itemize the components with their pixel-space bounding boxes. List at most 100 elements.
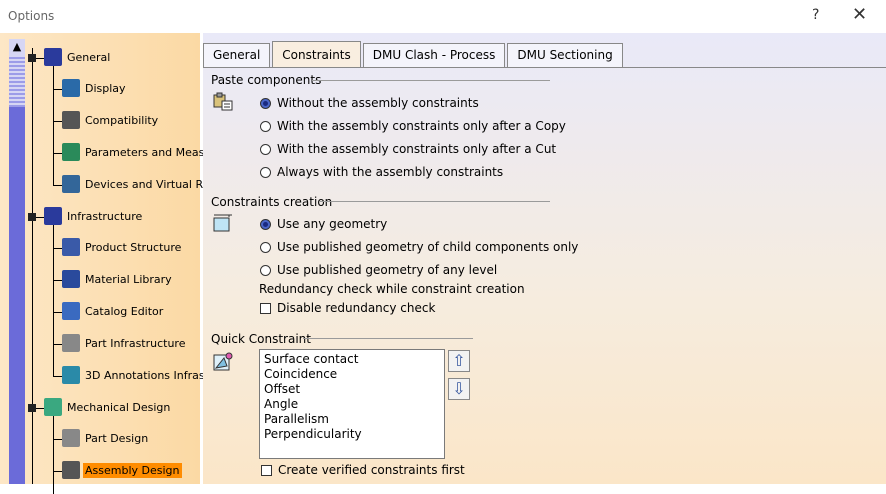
- arrow-down-icon: ⇩: [452, 379, 466, 398]
- tree-connector-line: [53, 153, 62, 154]
- radio-button[interactable]: [260, 143, 271, 155]
- tab-general[interactable]: General: [203, 43, 271, 67]
- tree-expander-icon[interactable]: [28, 54, 36, 62]
- annotations-icon: [62, 366, 80, 384]
- radio-button[interactable]: [260, 166, 271, 178]
- paste-components-title: Paste components: [211, 73, 322, 87]
- creation-option-any-geometry[interactable]: Use any geometry: [260, 217, 387, 231]
- tree-item-label: Display: [85, 81, 126, 95]
- tree-scrollbar[interactable]: ▲: [9, 39, 25, 484]
- tree-item-assembly-design[interactable]: Assembly Design: [62, 461, 182, 479]
- paste-option-without[interactable]: Without the assembly constraints: [260, 96, 479, 110]
- radio-button[interactable]: [260, 97, 271, 109]
- tab-dmu-clash-process[interactable]: DMU Clash - Process: [362, 43, 506, 67]
- tab-bar: General Constraints DMU Clash - Process …: [203, 41, 625, 67]
- option-label: Use published geometry of child componen…: [277, 240, 579, 254]
- tree-item-3d-annotations-infras[interactable]: 3D Annotations Infras: [62, 366, 207, 384]
- compatibility-icon: [62, 111, 80, 129]
- list-item[interactable]: Perpendicularity: [264, 427, 440, 442]
- tree-expander-icon[interactable]: [28, 213, 36, 221]
- constraints-creation-title: Constraints creation: [211, 195, 333, 209]
- tree-connector-line: [53, 408, 54, 494]
- constraint-creation-icon: [213, 214, 232, 232]
- paste-option-after-cut[interactable]: With the assembly constraints only after…: [260, 142, 556, 156]
- option-label: Without the assembly constraints: [277, 96, 479, 110]
- window-title: Options: [8, 9, 55, 23]
- tree-connector-line: [53, 344, 62, 345]
- option-label: Use any geometry: [277, 217, 388, 231]
- mechanical-design-icon: [44, 398, 62, 416]
- list-item[interactable]: Surface contact: [264, 352, 440, 367]
- tree-item-product-structure[interactable]: Product Structure: [62, 238, 183, 256]
- tree-item-label: Assembly Design: [83, 462, 182, 478]
- scroll-up-arrow-icon[interactable]: ▲: [9, 39, 25, 55]
- tree-item-label: Material Library: [85, 272, 172, 286]
- disable-redundancy-checkbox[interactable]: Disable redundancy check: [260, 301, 435, 315]
- tree-connector-line: [53, 471, 62, 472]
- move-up-button[interactable]: ⇧: [448, 350, 470, 372]
- option-label: With the assembly constraints only after…: [277, 119, 566, 133]
- quick-constraint-title: Quick Constraint: [211, 332, 311, 346]
- tree-item-general[interactable]: General: [44, 48, 112, 66]
- general-icon: [44, 48, 62, 66]
- checkbox-label: Disable redundancy check: [277, 301, 436, 315]
- list-item[interactable]: Coincidence: [264, 367, 440, 382]
- tab-dmu-sectioning[interactable]: DMU Sectioning: [507, 43, 623, 67]
- tree-connector-line: [53, 312, 62, 313]
- tree-connector-line: [53, 89, 62, 90]
- tree-item-parameters-and-measu[interactable]: Parameters and Measu: [62, 143, 213, 161]
- display-icon: [62, 79, 80, 97]
- tree-item-label: Parameters and Measu: [85, 145, 212, 159]
- tree-item-material-library[interactable]: Material Library: [62, 270, 174, 288]
- options-tree: [0, 33, 200, 484]
- tree-item-label: General: [67, 50, 111, 64]
- tree-item-label: Catalog Editor: [85, 304, 164, 318]
- tab-constraints[interactable]: Constraints: [272, 41, 361, 67]
- tree-item-catalog-editor[interactable]: Catalog Editor: [62, 302, 165, 320]
- tree-item-part-infrastructure[interactable]: Part Infrastructure: [62, 334, 187, 352]
- tree-expander-icon[interactable]: [28, 404, 36, 412]
- tree-connector-line: [53, 217, 54, 376]
- creation-option-child-published[interactable]: Use published geometry of child componen…: [260, 240, 578, 254]
- tree-item-mechanical-design[interactable]: Mechanical Design: [44, 398, 172, 416]
- move-down-button[interactable]: ⇩: [448, 378, 470, 400]
- list-item[interactable]: Angle: [264, 397, 440, 412]
- tree-connector-line: [53, 121, 62, 122]
- tree-connector-line: [53, 248, 62, 249]
- paste-option-after-copy[interactable]: With the assembly constraints only after…: [260, 119, 566, 133]
- creation-option-any-level-published[interactable]: Use published geometry of any level: [260, 263, 497, 277]
- list-item[interactable]: Offset: [264, 382, 440, 397]
- radio-button[interactable]: [260, 218, 271, 230]
- checkbox[interactable]: [260, 302, 271, 314]
- radio-button[interactable]: [260, 120, 271, 132]
- tree-item-label: Mechanical Design: [67, 400, 171, 414]
- tab-baseline: [203, 67, 886, 68]
- checkbox[interactable]: [261, 464, 272, 476]
- tree-item-compatibility[interactable]: Compatibility: [62, 111, 160, 129]
- tree-item-display[interactable]: Display: [62, 79, 128, 97]
- arrow-up-icon: ⇧: [452, 351, 466, 370]
- create-verified-checkbox[interactable]: Create verified constraints first: [261, 463, 465, 477]
- close-button[interactable]: ✕: [852, 4, 867, 25]
- help-button[interactable]: ?: [812, 7, 819, 23]
- product-structure-icon: [62, 238, 80, 256]
- option-label: Use published geometry of any level: [277, 263, 498, 277]
- part-infrastructure-icon: [62, 334, 80, 352]
- redundancy-check-label: Redundancy check while constraint creati…: [259, 282, 525, 296]
- radio-button[interactable]: [260, 264, 271, 276]
- tree-item-label: Devices and Virtual Re: [85, 177, 210, 191]
- tree-item-devices-and-virtual-re[interactable]: Devices and Virtual Re: [62, 175, 211, 193]
- tree-item-infrastructure[interactable]: Infrastructure: [44, 207, 144, 225]
- paste-option-always[interactable]: Always with the assembly constraints: [260, 165, 503, 179]
- tree-item-label: Infrastructure: [67, 209, 143, 223]
- devices-icon: [62, 175, 80, 193]
- scroll-thumb[interactable]: [9, 55, 25, 107]
- tree-item-label: Compatibility: [85, 113, 159, 127]
- quick-constraint-list[interactable]: Surface contact Coincidence Offset Angle…: [259, 349, 445, 459]
- tree-item-part-design[interactable]: Part Design: [62, 429, 150, 447]
- list-item[interactable]: Parallelism: [264, 412, 440, 427]
- tree-item-label: Product Structure: [85, 240, 182, 254]
- infrastructure-icon: [44, 207, 62, 225]
- tree-connector-line: [53, 185, 62, 186]
- radio-button[interactable]: [260, 241, 271, 253]
